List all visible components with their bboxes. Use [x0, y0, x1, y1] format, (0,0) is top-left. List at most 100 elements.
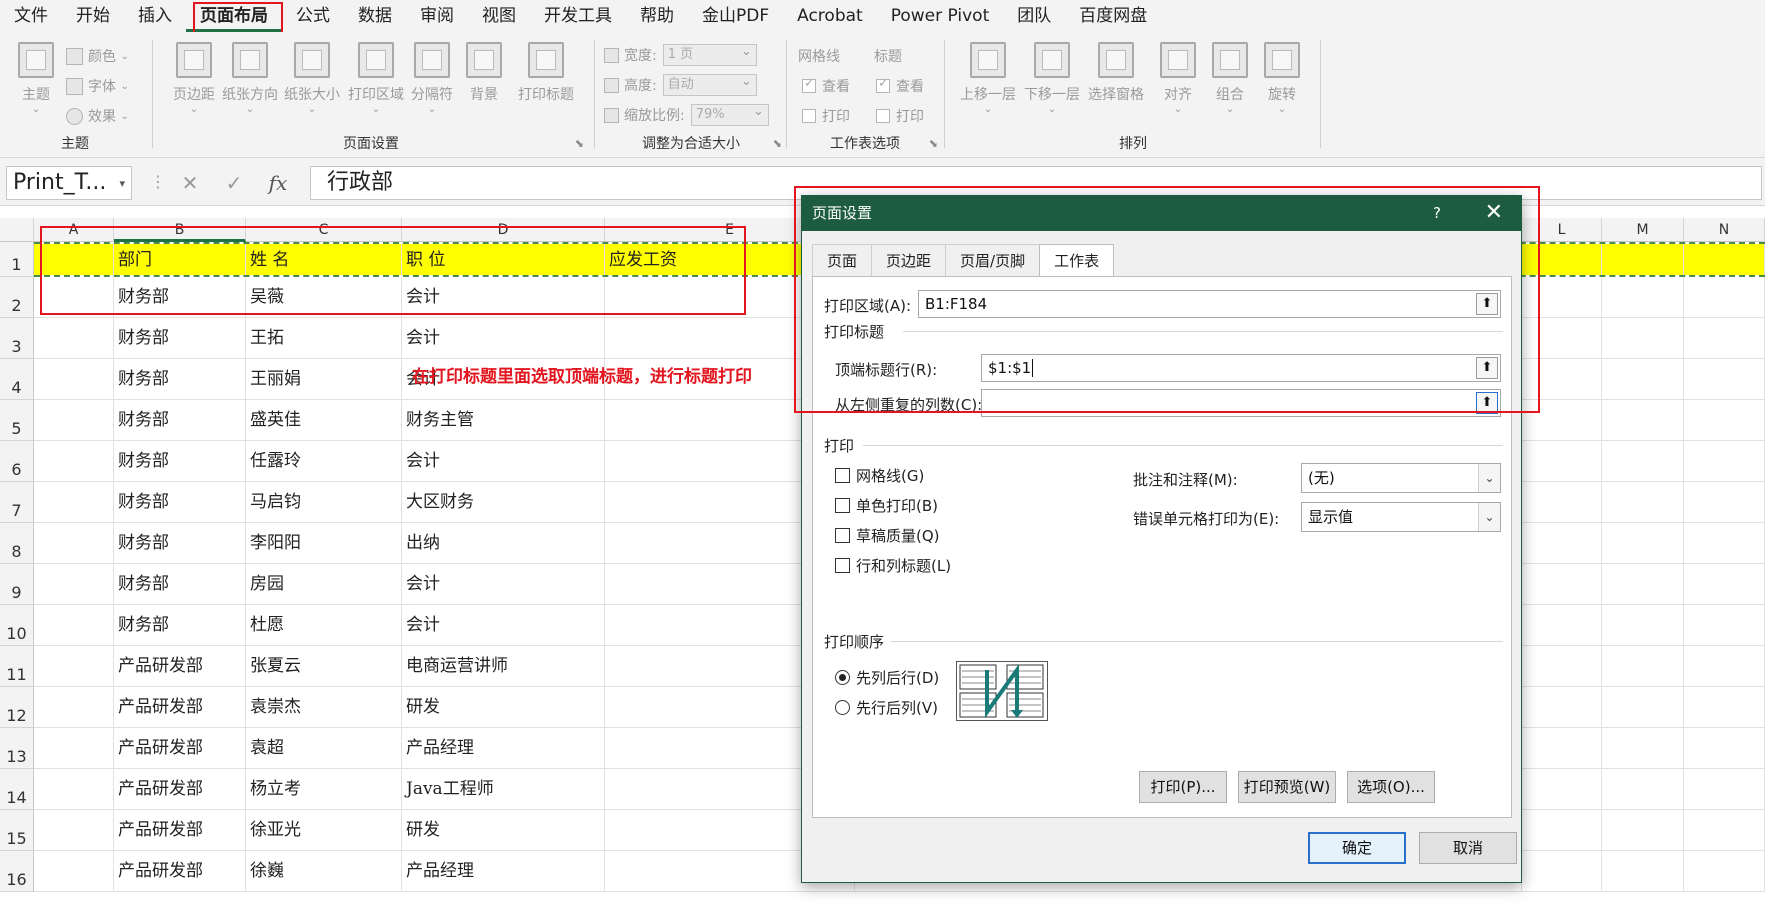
- rotate-button[interactable]: 旋转 ⌄: [1250, 42, 1314, 115]
- over-then-down-radio[interactable]: 先行后列(V): [835, 697, 938, 718]
- cell[interactable]: [1522, 482, 1602, 522]
- row-header[interactable]: 4: [0, 359, 34, 400]
- effects-button[interactable]: 效果 ⌄: [66, 106, 129, 126]
- cell[interactable]: [1522, 523, 1602, 563]
- cell-c[interactable]: 王拓: [246, 318, 402, 358]
- print-area-button[interactable]: 打印区域 ⌄: [344, 42, 408, 115]
- cell[interactable]: [1522, 687, 1602, 727]
- options-button[interactable]: 选项(O)...: [1347, 771, 1435, 803]
- row-header[interactable]: 16: [0, 851, 34, 892]
- cell-b[interactable]: 财务部: [114, 564, 246, 604]
- black-and-white-checkbox[interactable]: 单色打印(B): [835, 495, 938, 516]
- menu-team[interactable]: 团队: [1003, 0, 1065, 32]
- cell[interactable]: [1602, 318, 1684, 358]
- cell[interactable]: [34, 441, 114, 481]
- cell[interactable]: [1522, 810, 1602, 850]
- scale-spinner[interactable]: 79%: [690, 102, 769, 126]
- row-header[interactable]: 2: [0, 277, 34, 318]
- enter-icon[interactable]: ✓: [212, 171, 256, 195]
- row-col-headings-checkbox[interactable]: 行和列标题(L): [835, 555, 951, 576]
- cell-b[interactable]: 财务部: [114, 605, 246, 645]
- row-header[interactable]: 3: [0, 318, 34, 359]
- orientation-button[interactable]: 纸张方向 ⌄: [218, 42, 282, 115]
- cell[interactable]: [34, 646, 114, 686]
- row-header[interactable]: 7: [0, 482, 34, 523]
- cell-b[interactable]: 产品研发部: [114, 728, 246, 768]
- chevron-down-icon[interactable]: ▾: [119, 168, 125, 200]
- cell[interactable]: [1602, 523, 1684, 563]
- row-header[interactable]: 14: [0, 769, 34, 810]
- menu-developer[interactable]: 开发工具: [530, 0, 626, 32]
- cell[interactable]: [34, 482, 114, 522]
- cell[interactable]: [34, 810, 114, 850]
- cell-c[interactable]: 袁崇杰: [246, 687, 402, 727]
- cell-c[interactable]: 徐亚光: [246, 810, 402, 850]
- row-header[interactable]: 5: [0, 400, 34, 441]
- print-titles-button[interactable]: 打印标题: [514, 42, 578, 104]
- headings-view-checkbox[interactable]: 查看: [876, 76, 924, 96]
- cell-b[interactable]: 产品研发部: [114, 810, 246, 850]
- cell[interactable]: [1602, 646, 1684, 686]
- scale-launcher-icon[interactable]: ⬊: [773, 137, 782, 150]
- cell-c[interactable]: 张夏云: [246, 646, 402, 686]
- cell[interactable]: [1684, 605, 1765, 645]
- cell-d[interactable]: 大区财务: [402, 482, 605, 522]
- menu-help[interactable]: 帮助: [626, 0, 688, 32]
- cell[interactable]: [1522, 605, 1602, 645]
- cell[interactable]: [34, 400, 114, 440]
- cell-d[interactable]: 会计: [402, 441, 605, 481]
- print-preview-button[interactable]: 打印预览(W): [1238, 771, 1336, 803]
- margins-button[interactable]: 页边距 ⌄: [162, 42, 226, 115]
- cell[interactable]: [1522, 851, 1602, 891]
- cell[interactable]: [1602, 605, 1684, 645]
- cell-c[interactable]: 盛英佳: [246, 400, 402, 440]
- cell-b[interactable]: 财务部: [114, 523, 246, 563]
- cell[interactable]: [1684, 523, 1765, 563]
- cell-c[interactable]: 任露玲: [246, 441, 402, 481]
- cell[interactable]: [1684, 687, 1765, 727]
- selection-pane-button[interactable]: 选择窗格: [1084, 42, 1148, 104]
- row-header[interactable]: 6: [0, 441, 34, 482]
- column-header-m[interactable]: M: [1602, 218, 1684, 242]
- cell[interactable]: [1684, 441, 1765, 481]
- cell[interactable]: [1684, 244, 1765, 275]
- cell-c[interactable]: 袁超: [246, 728, 402, 768]
- insert-function-icon[interactable]: fx: [256, 171, 300, 195]
- cell-c[interactable]: 王丽娟: [246, 359, 402, 399]
- cell-b[interactable]: 财务部: [114, 400, 246, 440]
- select-all-corner[interactable]: [0, 218, 34, 242]
- cell-b[interactable]: 产品研发部: [114, 851, 246, 891]
- size-button[interactable]: 纸张大小 ⌄: [280, 42, 344, 115]
- cell-b[interactable]: 产品研发部: [114, 646, 246, 686]
- cell-errors-select[interactable]: 显示值 ⌄: [1301, 502, 1501, 532]
- cell-d[interactable]: 研发: [402, 687, 605, 727]
- cell-d[interactable]: 产品经理: [402, 728, 605, 768]
- cell-d[interactable]: 产品经理: [402, 851, 605, 891]
- cell-b[interactable]: 产品研发部: [114, 687, 246, 727]
- down-then-over-radio[interactable]: 先列后行(D): [835, 667, 939, 688]
- row-header[interactable]: 1: [0, 242, 34, 277]
- cell[interactable]: [1522, 441, 1602, 481]
- cell[interactable]: [1684, 564, 1765, 604]
- cell[interactable]: [34, 728, 114, 768]
- cell[interactable]: [1602, 359, 1684, 399]
- row-header[interactable]: 10: [0, 605, 34, 646]
- sheet-options-launcher-icon[interactable]: ⬊: [929, 137, 938, 150]
- headings-print-checkbox[interactable]: 打印: [876, 106, 924, 126]
- name-box[interactable]: Print_T... ▾: [6, 166, 132, 200]
- cell[interactable]: [1684, 769, 1765, 809]
- cell-d[interactable]: 会计: [402, 564, 605, 604]
- cell[interactable]: [1684, 851, 1765, 891]
- cell[interactable]: [1522, 564, 1602, 604]
- cell[interactable]: [1522, 769, 1602, 809]
- ok-button[interactable]: 确定: [1308, 832, 1406, 864]
- cell[interactable]: [34, 851, 114, 891]
- draft-quality-checkbox[interactable]: 草稿质量(Q): [835, 525, 940, 546]
- cell-b[interactable]: 产品研发部: [114, 769, 246, 809]
- cell-c[interactable]: 杜愿: [246, 605, 402, 645]
- cell-c[interactable]: 马启钧: [246, 482, 402, 522]
- cell-d[interactable]: 会计: [402, 605, 605, 645]
- theme-button[interactable]: 主题 ⌄: [4, 42, 68, 115]
- cell[interactable]: [1522, 728, 1602, 768]
- cell[interactable]: [1602, 564, 1684, 604]
